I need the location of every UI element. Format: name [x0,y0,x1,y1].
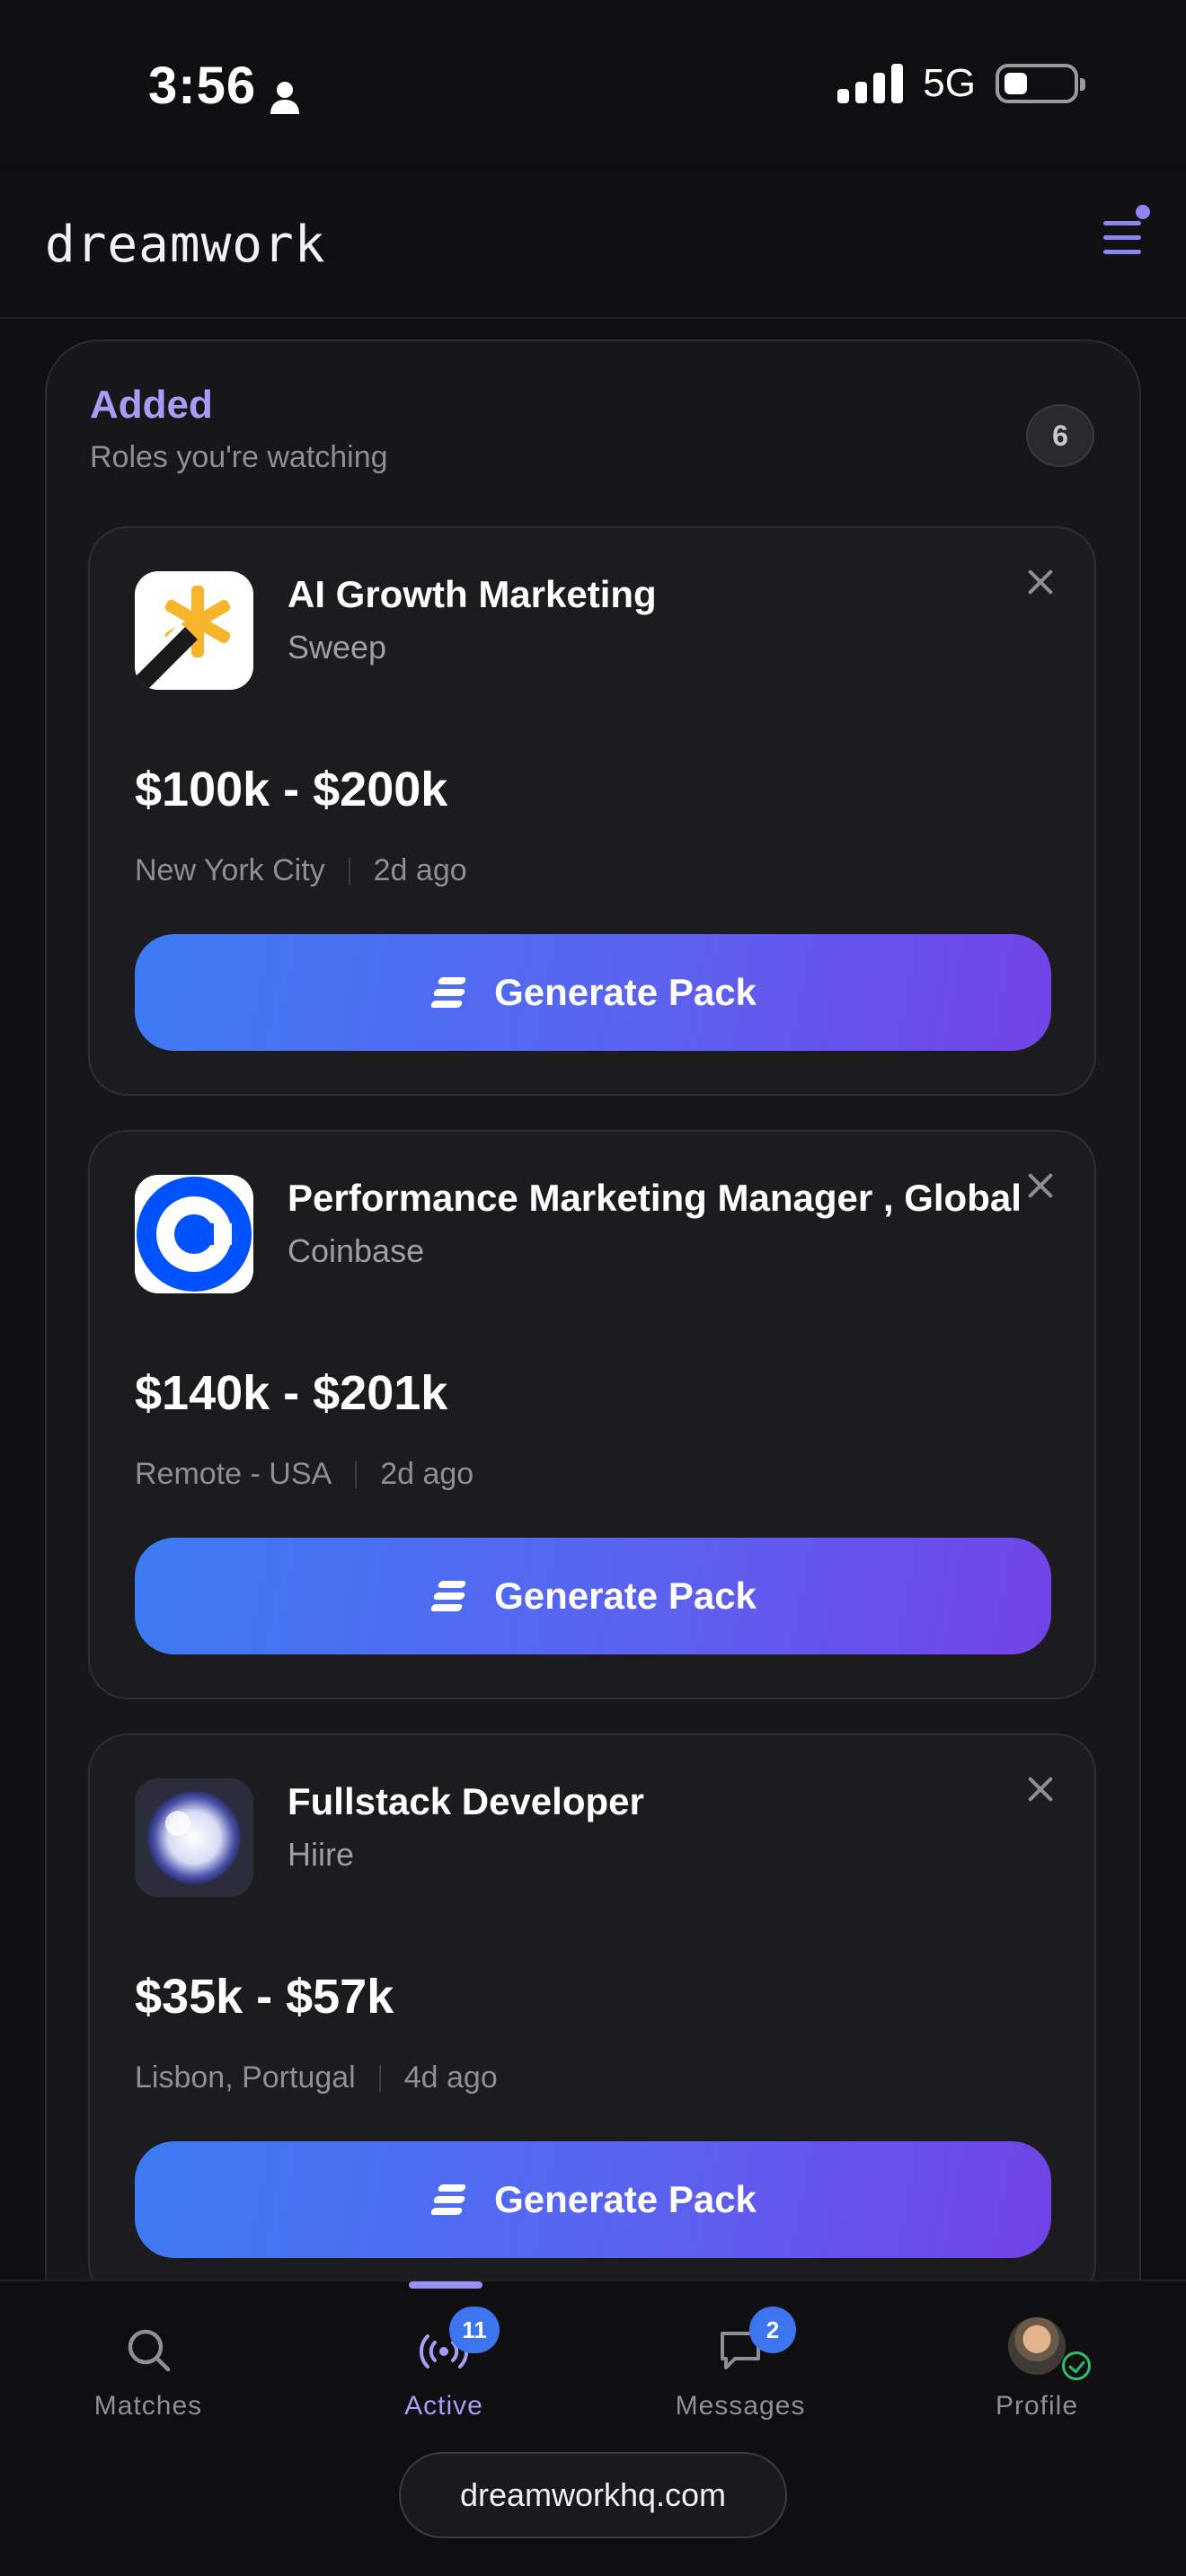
tab-matches[interactable]: Matches [40,2308,256,2434]
tab-active[interactable]: 11 Active [336,2307,552,2434]
tab-label: Messages [675,2391,806,2421]
divider [355,1460,358,1488]
person-icon [269,68,301,114]
search-icon [128,2329,171,2372]
tab-messages[interactable]: 2 Messages [633,2307,848,2434]
generate-pack-button[interactable]: Generate Pack [135,1538,1051,1654]
active-tab-indicator [409,2281,482,2289]
status-indicators: 5G [837,61,1085,106]
url-bar[interactable]: dreamworkhq.com [399,2452,787,2538]
stack-icon [429,2183,469,2217]
salary-range: $100k - $200k [135,763,448,816]
close-icon[interactable] [1024,1169,1057,1202]
close-icon[interactable] [1024,566,1057,598]
active-count-badge: 11 [449,2307,500,2353]
job-location: New York City [135,853,325,887]
close-icon[interactable] [1024,1773,1057,1805]
job-title[interactable]: Performance Marketing Manager , Global [288,1177,1022,1220]
job-title[interactable]: Fullstack Developer [288,1780,644,1823]
job-card[interactable]: AI Growth Marketing Sweep $100k - $200k … [88,526,1096,1096]
job-title[interactable]: AI Growth Marketing [288,573,657,616]
job-card[interactable]: Performance Marketing Manager , Global C… [88,1130,1096,1699]
app-logo[interactable]: dreamwork [45,216,325,274]
divider [348,857,350,885]
network-type: 5G [923,61,976,105]
stack-icon [429,975,469,1010]
job-location: Remote - USA [135,1457,332,1491]
posted-time: 2d ago [373,853,467,887]
top-nav: dreamwork [0,171,1186,319]
job-meta: New York City 2d ago [135,853,467,888]
salary-range: $140k - $201k [135,1366,448,1420]
section-subtitle: Roles you're watching [90,440,388,474]
tab-label: Matches [93,2391,203,2421]
messages-count-badge: 2 [749,2307,796,2353]
divider [378,2064,381,2092]
posted-time: 2d ago [380,1457,474,1491]
generate-pack-label: Generate Pack [494,2178,757,2220]
tab-label: Profile [995,2391,1079,2421]
tab-profile[interactable]: Profile [929,2308,1145,2434]
job-location: Lisbon, Portugal [135,2060,356,2095]
posted-time: 4d ago [403,2060,498,2095]
salary-range: $35k - $57k [135,1970,394,2024]
stack-icon [429,1579,469,1613]
signal-icon [837,64,904,103]
count-badge: 6 [1026,404,1094,467]
job-card[interactable]: Fullstack Developer Hiire $35k - $57k Li… [88,1734,1096,2303]
clock-text: 3:56 [148,57,257,115]
generate-pack-button[interactable]: Generate Pack [135,934,1051,1051]
generate-pack-button[interactable]: Generate Pack [135,2141,1051,2258]
company-name: Sweep [288,629,387,666]
status-time: 3:56 [148,56,301,116]
battery-icon [996,64,1085,103]
verified-check-icon [1062,2351,1091,2380]
company-name: Coinbase [288,1232,425,1269]
job-meta: Lisbon, Portugal 4d ago [135,2060,498,2095]
hiire-logo [135,1778,253,1897]
job-meta: Remote - USA 2d ago [135,1457,474,1492]
company-name: Hiire [288,1836,355,1873]
generate-pack-label: Generate Pack [494,971,757,1013]
hamburger-menu-icon[interactable] [1103,221,1143,257]
sweep-logo [135,571,253,690]
generate-pack-label: Generate Pack [494,1575,757,1617]
avatar [1008,2317,1066,2375]
coinbase-logo [135,1175,253,1293]
tab-label: Active [404,2391,483,2421]
notification-dot [1136,205,1150,219]
section-title: Added [90,383,213,427]
status-bar: 3:56 5G [0,0,1186,171]
